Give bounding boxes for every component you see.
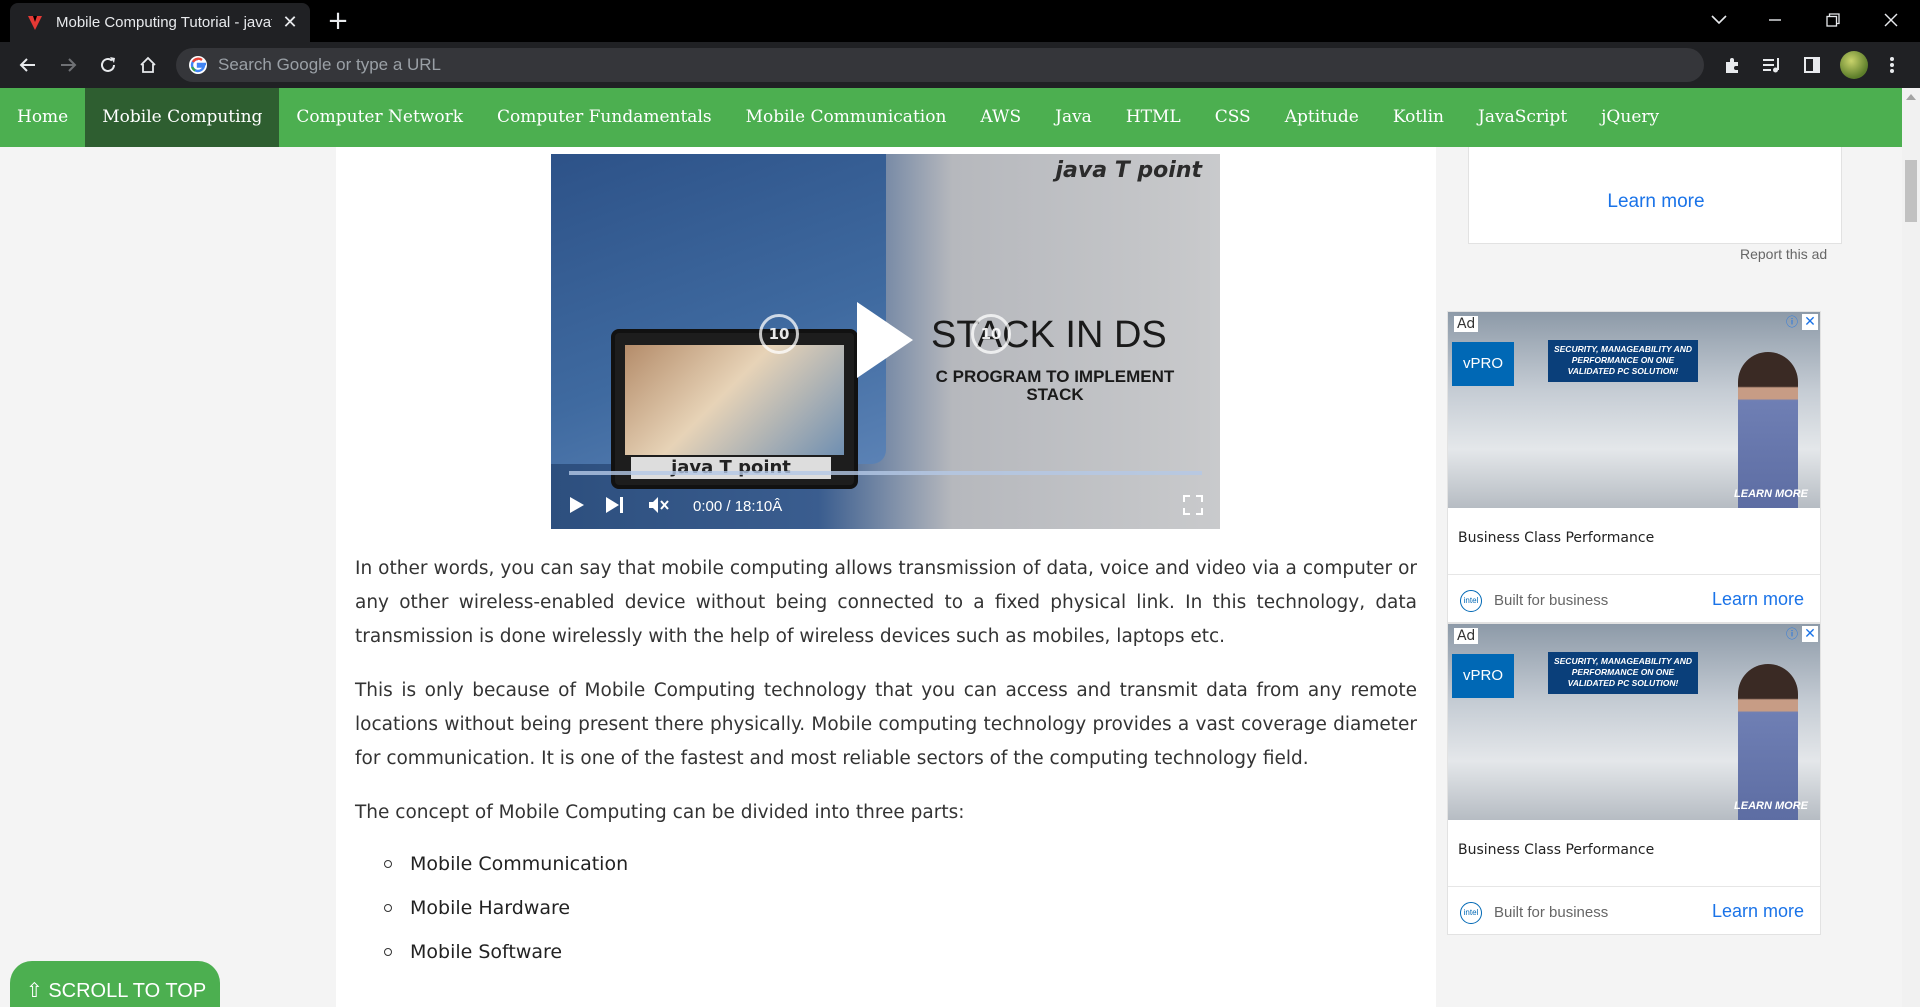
browser-toolbar — [0, 42, 1920, 88]
javatpoint-favicon-icon — [28, 15, 42, 30]
ad-card[interactable]: Ad ⓘ ✕ vPRO SECURITY, MANAGEABILITY AND … — [1447, 311, 1821, 623]
google-logo-icon — [189, 56, 207, 74]
vpro-logo: vPRO — [1452, 654, 1514, 698]
muted-speaker-icon[interactable] — [647, 493, 669, 517]
article-body: In other words, you can say that mobile … — [355, 552, 1417, 974]
vpro-logo: vPRO — [1452, 342, 1514, 386]
laptop-brand-logo: java T point — [631, 457, 831, 479]
nav-item-computer-network[interactable]: Computer Network — [279, 88, 480, 147]
nav-item-aws[interactable]: AWS — [963, 88, 1038, 147]
tab-search-icon[interactable] — [1707, 8, 1731, 32]
ad-advertiser: Built for business — [1494, 592, 1609, 609]
ad-image-cta: LEARN MORE — [1734, 800, 1808, 812]
video-time: 0:00 / 18:10Â — [693, 498, 783, 515]
paragraph: The concept of Mobile Computing can be d… — [355, 802, 965, 823]
new-tab-button[interactable]: + — [324, 8, 352, 36]
intel-logo-icon: intel — [1460, 590, 1482, 612]
ad-close-icon[interactable]: ✕ — [1802, 626, 1818, 642]
browser-tab[interactable]: Mobile Computing Tutorial - javatpoint ✕ — [10, 3, 310, 42]
play-icon[interactable] — [569, 493, 585, 517]
next-track-icon[interactable] — [605, 493, 625, 517]
ad-banner-text: SECURITY, MANAGEABILITY AND PERFORMANCE … — [1548, 652, 1698, 694]
ad-info-icon[interactable]: ⓘ — [1784, 314, 1800, 330]
ad-headline[interactable]: Business Class Performance — [1458, 530, 1654, 546]
report-ad-link[interactable]: Report this ad — [1740, 246, 1827, 262]
tab-close-icon[interactable]: ✕ — [280, 12, 300, 33]
forward-arrow-icon[interactable] — [54, 51, 82, 79]
laptop-image: java T point — [611, 329, 858, 489]
scrollbar-thumb[interactable] — [1905, 160, 1917, 222]
ad-divider — [1448, 574, 1820, 575]
video-headline: STACK IN DS — [931, 314, 1167, 356]
rewind-10-icon[interactable]: 10 — [759, 314, 799, 354]
nav-item-home[interactable]: Home — [0, 88, 85, 147]
ad-label: Ad — [1454, 628, 1479, 644]
video-subline: C PROGRAM TO IMPLEMENT STACK — [935, 367, 1175, 404]
paragraph: This is only because of Mobile Computing… — [355, 680, 1417, 769]
address-bar[interactable] — [176, 48, 1704, 82]
media-playlist-icon[interactable] — [1758, 51, 1786, 79]
home-icon[interactable] — [134, 51, 162, 79]
ad-label: Ad — [1454, 316, 1479, 332]
reload-icon[interactable] — [94, 51, 122, 79]
video-controls: 0:00 / 18:10Â — [551, 481, 1220, 529]
paragraph: In other words, you can say that mobile … — [355, 558, 1417, 647]
address-input[interactable] — [218, 55, 1618, 75]
nav-item-javascript[interactable]: JavaScript — [1461, 88, 1584, 147]
ad-advertiser: Built for business — [1494, 904, 1609, 921]
top-ad[interactable]: Learn more — [1468, 147, 1842, 244]
ad-learn-more-button[interactable]: Learn more — [1712, 901, 1804, 922]
menu-kebab-icon[interactable] — [1878, 51, 1906, 79]
close-window-icon[interactable] — [1879, 8, 1903, 32]
back-arrow-icon[interactable] — [14, 51, 42, 79]
ad-person-image — [1738, 352, 1798, 508]
nav-item-html[interactable]: HTML — [1109, 88, 1198, 147]
nav-item-css[interactable]: CSS — [1198, 88, 1268, 147]
extensions-puzzle-icon[interactable] — [1718, 51, 1746, 79]
concept-list: Mobile Communication Mobile Hardware Mob… — [355, 842, 1417, 974]
nav-item-java[interactable]: Java — [1038, 88, 1109, 147]
ad-banner-text: SECURITY, MANAGEABILITY AND PERFORMANCE … — [1548, 340, 1698, 382]
minimize-icon[interactable] — [1763, 8, 1787, 32]
top-ad-learn-more-link[interactable]: Learn more — [1469, 191, 1843, 213]
list-item: Mobile Software — [355, 930, 1417, 974]
ad-person-image — [1738, 664, 1798, 820]
ad-close-icon[interactable]: ✕ — [1802, 314, 1818, 330]
video-player[interactable]: java T point java T point STACK IN DS C … — [551, 154, 1220, 529]
fullscreen-icon[interactable] — [1183, 493, 1203, 517]
scroll-to-top-button[interactable]: ⇧ SCROLL TO TOP — [10, 961, 220, 1007]
ad-image[interactable]: Ad ⓘ ✕ vPRO SECURITY, MANAGEABILITY AND … — [1448, 312, 1820, 508]
ad-divider — [1448, 886, 1820, 887]
site-navigation: Home Mobile Computing Computer Network C… — [0, 88, 1902, 147]
nav-item-mobile-communication[interactable]: Mobile Communication — [729, 88, 964, 147]
ad-card[interactable]: Ad ⓘ ✕ vPRO SECURITY, MANAGEABILITY AND … — [1447, 623, 1821, 935]
side-panel-icon[interactable] — [1798, 51, 1826, 79]
nav-item-computer-fundamentals[interactable]: Computer Fundamentals — [480, 88, 729, 147]
nav-item-jquery[interactable]: jQuery — [1584, 88, 1676, 147]
page-scrollbar[interactable] — [1902, 88, 1920, 1007]
tab-title: Mobile Computing Tutorial - javatpoint — [56, 14, 272, 31]
ad-info-icon[interactable]: ⓘ — [1784, 626, 1800, 642]
nav-item-kotlin[interactable]: Kotlin — [1376, 88, 1461, 147]
ad-image[interactable]: Ad ⓘ ✕ vPRO SECURITY, MANAGEABILITY AND … — [1448, 624, 1820, 820]
list-item: Mobile Hardware — [355, 886, 1417, 930]
profile-avatar[interactable] — [1840, 51, 1868, 79]
forward-10-icon[interactable]: 10 — [971, 314, 1011, 354]
video-progress-bar[interactable] — [569, 471, 1202, 475]
tab-strip: Mobile Computing Tutorial - javatpoint ✕… — [0, 0, 1920, 42]
big-play-icon[interactable] — [857, 302, 913, 378]
restore-icon[interactable] — [1821, 8, 1845, 32]
nav-item-mobile-computing[interactable]: Mobile Computing — [85, 88, 280, 147]
ad-headline[interactable]: Business Class Performance — [1458, 842, 1654, 858]
video-brand-logo: java T point — [1055, 158, 1202, 183]
ad-learn-more-button[interactable]: Learn more — [1712, 589, 1804, 610]
laptop-screen-image — [625, 345, 844, 455]
intel-logo-icon: intel — [1460, 902, 1482, 924]
list-item: Mobile Communication — [355, 842, 1417, 886]
scroll-up-arrow-icon[interactable] — [1906, 94, 1916, 100]
ad-image-cta: LEARN MORE — [1734, 488, 1808, 500]
nav-item-aptitude[interactable]: Aptitude — [1268, 88, 1376, 147]
